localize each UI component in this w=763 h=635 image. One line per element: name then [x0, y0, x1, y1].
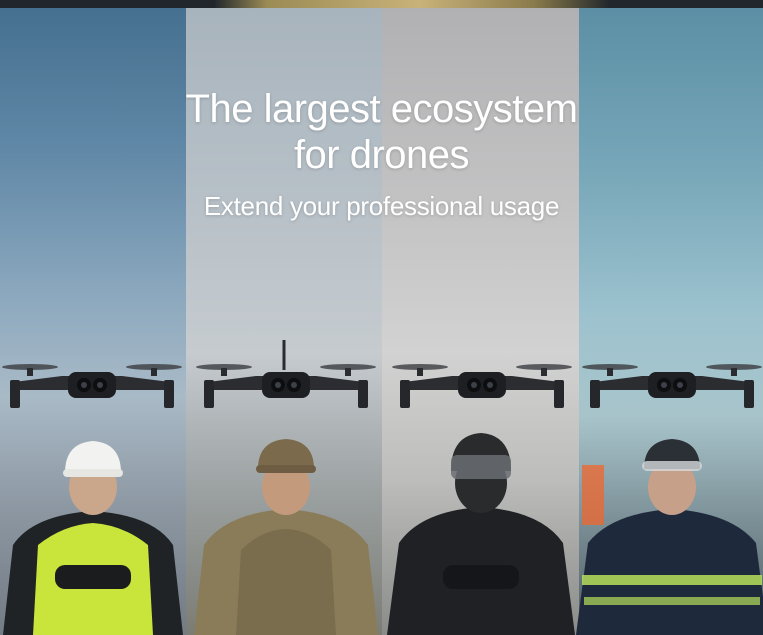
construction-worker-figure [3, 441, 183, 635]
hero-title: The largest ecosystem for drones [0, 86, 763, 178]
tactical-officer-figure [387, 433, 575, 635]
hero-subtitle: Extend your professional usage [203, 191, 560, 221]
drone-icon [2, 364, 182, 408]
firefighter-figure [576, 439, 763, 635]
hero-title-line-1: The largest ecosystem [185, 87, 578, 131]
hero-title-line-2: for drones [293, 133, 470, 177]
drone-icon [196, 340, 376, 408]
drone-icon [392, 364, 572, 408]
hero-banner: The largest ecosystem for drones Extend … [0, 0, 763, 635]
drone-icon [582, 364, 762, 408]
top-image-strip [0, 0, 763, 8]
soldier-figure [194, 439, 378, 635]
